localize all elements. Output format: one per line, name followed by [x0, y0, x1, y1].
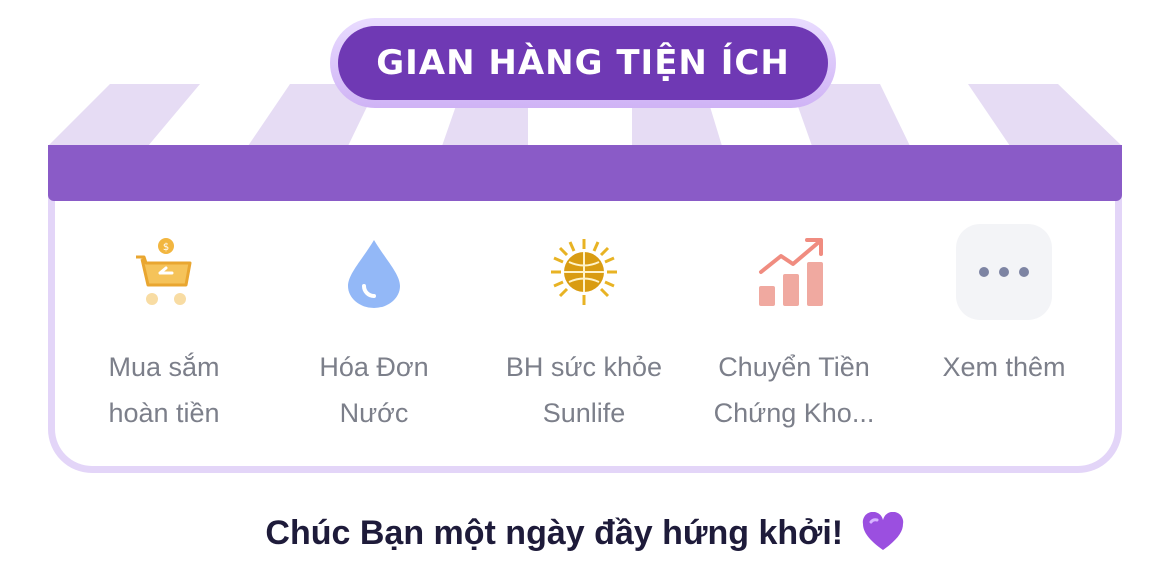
purple-heart-icon: [862, 512, 903, 550]
item-water-bill[interactable]: Hóa Đơn Nước: [274, 222, 474, 436]
utility-items-row: $ Mua sắm hoàn tiền Hóa Đơn Nước BH sức …: [62, 222, 1108, 442]
item-label-line2: hoàn tiền: [108, 398, 220, 428]
cart-cashback-icon: $: [114, 222, 214, 322]
store-title: GIAN HÀNG TIỆN ÍCH: [338, 26, 828, 100]
awning-valance: [48, 145, 1122, 201]
svg-text:$: $: [163, 242, 169, 253]
item-label-line2: Nước: [339, 398, 409, 428]
item-label-line1: BH sức khỏe: [505, 352, 663, 382]
item-shopping-cashback[interactable]: $ Mua sắm hoàn tiền: [64, 222, 264, 436]
item-label-line1: Mua sắm: [108, 352, 220, 382]
item-label-line1: Hóa Đơn: [319, 352, 429, 382]
store-title-badge: GIAN HÀNG TIỆN ÍCH: [330, 18, 836, 108]
item-sunlife-insurance[interactable]: BH sức khỏe Sunlife: [484, 222, 684, 436]
item-label-line1: Xem thêm: [942, 352, 1066, 382]
sunlife-logo-icon: [534, 222, 634, 322]
more-dots-icon: [956, 224, 1052, 320]
item-label-line1: Chuyển Tiền: [718, 352, 870, 382]
item-see-more[interactable]: Xem thêm: [904, 222, 1104, 390]
item-label-line2: Sunlife: [542, 398, 626, 428]
item-label-line2: Chứng Kho...: [713, 398, 875, 428]
greeting-message: Chúc Bạn một ngày đầy hứng khởi!: [0, 512, 1170, 553]
water-drop-icon: [324, 222, 424, 322]
stock-chart-icon: [744, 222, 844, 322]
greeting-text: Chúc Bạn một ngày đầy hứng khởi!: [265, 514, 844, 552]
item-securities-transfer[interactable]: Chuyển Tiền Chứng Kho...: [694, 222, 894, 436]
